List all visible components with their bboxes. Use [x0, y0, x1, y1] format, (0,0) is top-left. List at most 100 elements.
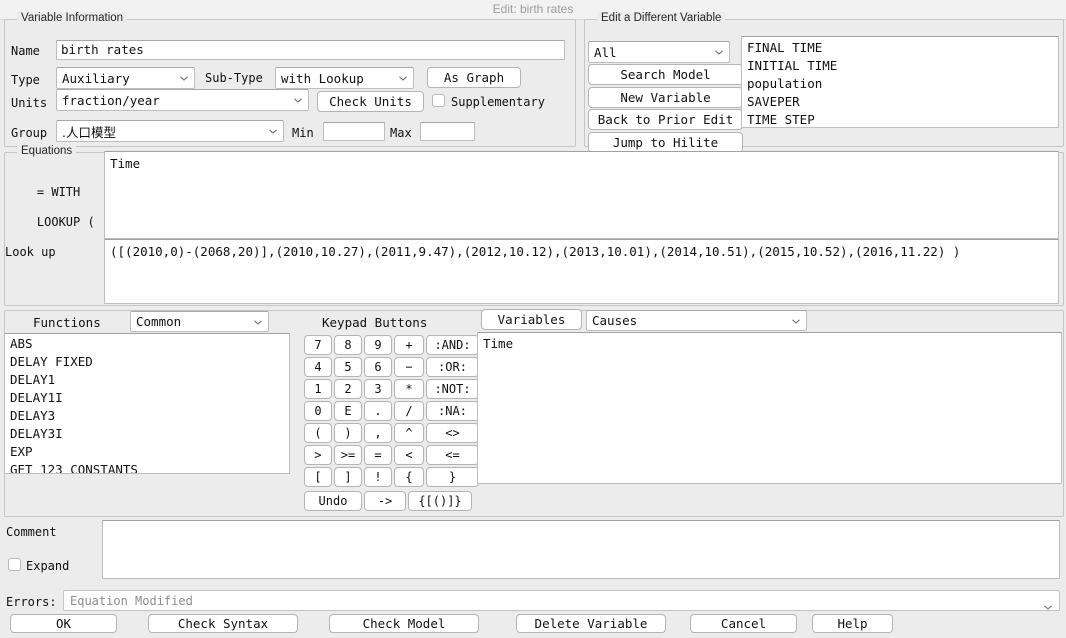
list-item[interactable]: SAVEPER	[742, 93, 1058, 111]
list-item[interactable]: DELAY1I	[5, 389, 289, 407]
functions-listbox[interactable]: ABS DELAY FIXED DELAY1 DELAY1I DELAY3 DE…	[4, 333, 290, 474]
keypad-key-greater[interactable]: >	[304, 445, 332, 465]
ok-button[interactable]: OK	[10, 614, 117, 633]
comment-input[interactable]	[102, 520, 1060, 579]
check-syntax-button[interactable]: Check Syntax	[148, 614, 298, 633]
errors-field[interactable]: Equation Modified	[63, 590, 1060, 611]
keypad-arrow-button[interactable]: ->	[364, 491, 406, 511]
keypad-key-rparen[interactable]: )	[334, 423, 362, 443]
variable-filter-value: All	[594, 44, 617, 60]
keypad-undo-button[interactable]: Undo	[304, 491, 362, 511]
chevron-down-icon	[180, 76, 188, 81]
keypad-key-4[interactable]: 4	[304, 357, 332, 377]
keypad-key-caret[interactable]: ^	[394, 423, 424, 443]
keypad-key-notequal[interactable]: <>	[426, 423, 479, 443]
keypad-key-7[interactable]: 7	[304, 335, 332, 355]
keypad-key-na[interactable]: :NA:	[426, 401, 479, 421]
keypad-title: Keypad Buttons	[322, 315, 428, 330]
keypad-key-2[interactable]: 2	[334, 379, 362, 399]
keypad-key-5[interactable]: 5	[334, 357, 362, 377]
keypad-row: 4 5 6 − :OR:	[304, 357, 479, 377]
keypad-key-0[interactable]: 0	[304, 401, 332, 421]
help-button[interactable]: Help	[812, 614, 893, 633]
cancel-button[interactable]: Cancel	[690, 614, 797, 633]
keypad-key-period[interactable]: .	[364, 401, 392, 421]
keypad-key-comma[interactable]: ,	[364, 423, 392, 443]
keypad-key-lbrace[interactable]: {	[394, 467, 424, 487]
keypad-key-6[interactable]: 6	[364, 357, 392, 377]
as-graph-button[interactable]: As Graph	[427, 67, 521, 88]
list-item[interactable]: DELAY1	[5, 371, 289, 389]
list-item[interactable]: INITIAL TIME	[742, 57, 1058, 75]
list-item[interactable]: population	[742, 75, 1058, 93]
functions-title: Functions	[33, 315, 101, 330]
keypad-key-multiply[interactable]: *	[394, 379, 424, 399]
keypad-key-lparen[interactable]: (	[304, 423, 332, 443]
keypad-key-or[interactable]: :OR:	[426, 357, 479, 377]
group-select-value: .人口模型	[62, 124, 116, 140]
search-model-button[interactable]: Search Model	[588, 64, 743, 85]
new-variable-button[interactable]: New Variable	[588, 87, 743, 108]
chevron-down-icon	[1044, 599, 1052, 613]
variable-filter-select[interactable]: All	[588, 41, 730, 63]
check-model-button[interactable]: Check Model	[329, 614, 479, 633]
min-input[interactable]	[323, 122, 385, 141]
edit-variable-dialog: Edit: birth rates Variable Information N…	[0, 0, 1066, 638]
name-input[interactable]: birth rates	[56, 40, 565, 60]
supplementary-checkbox[interactable]	[432, 94, 445, 107]
check-units-button[interactable]: Check Units	[317, 91, 424, 112]
variables-button[interactable]: Variables	[481, 309, 582, 330]
keypad-row: Undo -> {[()]}	[304, 491, 479, 511]
equation-expression-input[interactable]: Time	[104, 151, 1059, 239]
keypad-key-e[interactable]: E	[334, 401, 362, 421]
functions-filter-select[interactable]: Common	[130, 311, 269, 332]
causes-filter-select[interactable]: Causes	[586, 310, 807, 331]
type-select[interactable]: Auxiliary	[56, 67, 195, 89]
title-bar: Edit: birth rates	[0, 0, 1066, 20]
keypad-key-and[interactable]: :AND:	[426, 335, 479, 355]
list-item[interactable]: FINAL TIME	[742, 39, 1058, 57]
list-item[interactable]: DELAY FIXED	[5, 353, 289, 371]
keypad-key-3[interactable]: 3	[364, 379, 392, 399]
supplementary-label: Supplementary	[451, 95, 545, 109]
list-item[interactable]: ABS	[5, 335, 289, 353]
expand-label: Expand	[26, 559, 70, 573]
keypad-key-plus[interactable]: +	[394, 335, 424, 355]
keypad-key-less[interactable]: <	[394, 445, 424, 465]
keypad-key-rbracket[interactable]: ]	[334, 467, 362, 487]
keypad-key-equal[interactable]: =	[364, 445, 392, 465]
keypad-brackets-button[interactable]: {[()]}	[408, 491, 472, 511]
expand-checkbox[interactable]	[8, 558, 21, 571]
keypad-key-minus[interactable]: −	[394, 357, 424, 377]
chevron-down-icon	[399, 76, 407, 81]
list-item[interactable]: DELAY3	[5, 407, 289, 425]
list-item[interactable]: Time	[478, 335, 1061, 353]
equations-legend: Equations	[17, 145, 77, 157]
max-input[interactable]	[420, 122, 475, 141]
back-to-prior-edit-button[interactable]: Back to Prior Edit	[588, 109, 743, 130]
list-item[interactable]: GET 123 CONSTANTS	[5, 461, 289, 473]
keypad-key-divide[interactable]: /	[394, 401, 424, 421]
max-label: Max	[390, 126, 412, 140]
jump-to-hilite-button[interactable]: Jump to Hilite	[588, 132, 743, 153]
delete-variable-button[interactable]: Delete Variable	[516, 614, 666, 633]
keypad-key-greater-equal[interactable]: >=	[334, 445, 362, 465]
subtype-select[interactable]: with Lookup	[275, 67, 414, 89]
keypad-key-9[interactable]: 9	[364, 335, 392, 355]
list-item[interactable]: TIME STEP	[742, 111, 1058, 127]
units-select[interactable]: fraction/year	[56, 89, 309, 111]
keypad-key-less-equal[interactable]: <=	[426, 445, 479, 465]
causes-listbox[interactable]: Time	[477, 332, 1062, 484]
keypad-key-1[interactable]: 1	[304, 379, 332, 399]
keypad-key-exclam[interactable]: !	[364, 467, 392, 487]
list-item[interactable]: DELAY3I	[5, 425, 289, 443]
model-variables-listbox[interactable]: FINAL TIME INITIAL TIME population SAVEP…	[741, 36, 1059, 128]
group-select[interactable]: .人口模型	[56, 120, 284, 142]
keypad-key-rbrace[interactable]: }	[426, 467, 479, 487]
keypad-key-8[interactable]: 8	[334, 335, 362, 355]
subtype-select-value: with Lookup	[281, 70, 364, 86]
lookup-input[interactable]: ([(2010,0)-(2068,20)],(2010,10.27),(2011…	[104, 239, 1059, 304]
keypad-key-not[interactable]: :NOT:	[426, 379, 479, 399]
list-item[interactable]: EXP	[5, 443, 289, 461]
keypad-key-lbracket[interactable]: [	[304, 467, 332, 487]
